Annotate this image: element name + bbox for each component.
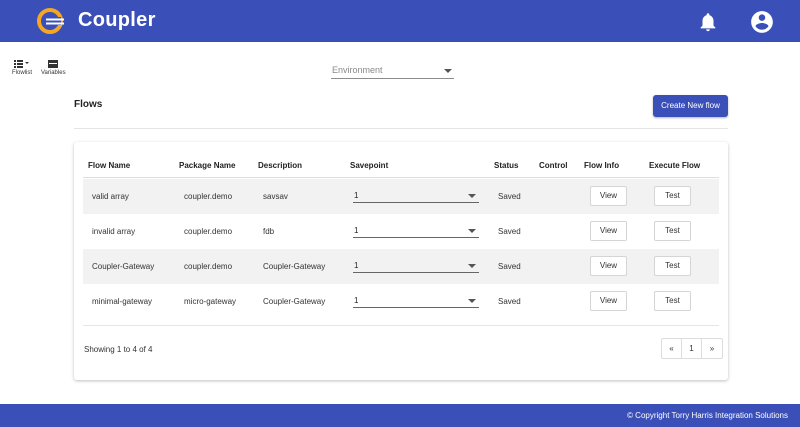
status-cell: Saved xyxy=(498,192,521,201)
table-row: Coupler-Gateway coupler.demo Coupler-Gat… xyxy=(83,249,719,284)
column-header-savepoint: Savepoint xyxy=(350,161,389,170)
chevron-down-icon xyxy=(468,299,476,303)
list-icon xyxy=(14,60,29,68)
chevron-down-icon xyxy=(444,69,452,73)
column-header-description: Description xyxy=(258,161,303,170)
package-name-cell: coupler.demo xyxy=(184,227,233,236)
coupler-logo-icon xyxy=(37,8,64,34)
flowlist-button[interactable]: Flowlist xyxy=(12,60,32,76)
environment-select[interactable]: Environment xyxy=(331,64,454,79)
chevron-down-icon xyxy=(468,264,476,268)
table-footer-divider xyxy=(83,325,719,326)
flows-table-card: Flow Name Package Name Description Savep… xyxy=(74,142,728,380)
description-cell: Coupler-Gateway xyxy=(263,297,326,306)
test-button[interactable]: Test xyxy=(654,221,691,241)
flow-name-cell: valid array xyxy=(92,192,129,201)
savepoint-value: 1 xyxy=(354,191,359,200)
savepoint-select[interactable]: 1 xyxy=(353,223,479,238)
brand-name[interactable]: Coupler xyxy=(78,9,156,32)
savepoint-select[interactable]: 1 xyxy=(353,258,479,273)
package-name-cell: coupler.demo xyxy=(184,262,233,271)
test-button[interactable]: Test xyxy=(654,186,691,206)
test-button[interactable]: Test xyxy=(654,256,691,276)
status-cell: Saved xyxy=(498,227,521,236)
flow-name-cell: minimal-gateway xyxy=(92,297,153,306)
pagination-summary: Showing 1 to 4 of 4 xyxy=(84,345,153,354)
savepoint-value: 1 xyxy=(354,261,359,270)
savepoint-value: 1 xyxy=(354,296,359,305)
package-name-cell: micro-gateway xyxy=(184,297,237,306)
package-name-cell: coupler.demo xyxy=(184,192,233,201)
table-row: valid array coupler.demo savsav 1 Saved … xyxy=(83,179,719,214)
savepoint-select[interactable]: 1 xyxy=(353,293,479,308)
account-circle-icon[interactable] xyxy=(749,9,775,35)
variables-icon xyxy=(48,60,59,68)
create-new-flow-button[interactable]: Create New flow xyxy=(653,95,728,117)
column-header-flow-name: Flow Name xyxy=(88,161,131,170)
column-header-package-name: Package Name xyxy=(179,161,236,170)
page-title: Flows xyxy=(74,99,103,110)
view-button[interactable]: View xyxy=(590,186,627,206)
flow-name-cell: invalid array xyxy=(92,227,136,236)
footer-bar: © Copyright Torry Harris Integration Sol… xyxy=(0,404,800,427)
column-header-execute-flow: Execute Flow xyxy=(649,161,701,170)
test-button[interactable]: Test xyxy=(654,291,691,311)
status-cell: Saved xyxy=(498,262,521,271)
header-divider xyxy=(83,177,719,178)
status-cell: Saved xyxy=(498,297,521,306)
copyright-text: © Copyright Torry Harris Integration Sol… xyxy=(627,411,788,420)
column-header-status: Status xyxy=(494,161,519,170)
description-cell: fdb xyxy=(263,227,275,236)
variables-button[interactable]: Variables xyxy=(41,60,66,76)
flow-name-cell: Coupler-Gateway xyxy=(92,262,155,271)
view-button[interactable]: View xyxy=(590,291,627,311)
top-app-bar: Coupler xyxy=(0,0,800,42)
pagination-next-button[interactable]: » xyxy=(702,339,722,358)
description-cell: savsav xyxy=(263,192,288,201)
column-header-control: Control xyxy=(539,161,568,170)
view-button[interactable]: View xyxy=(590,256,627,276)
bell-icon[interactable] xyxy=(697,11,719,33)
table-row: minimal-gateway micro-gateway Coupler-Ga… xyxy=(83,284,719,319)
savepoint-value: 1 xyxy=(354,226,359,235)
flowlist-label: Flowlist xyxy=(12,70,33,76)
description-cell: Coupler-Gateway xyxy=(263,262,326,271)
pagination-page-1[interactable]: 1 xyxy=(682,339,702,358)
chevron-down-icon xyxy=(468,229,476,233)
view-button[interactable]: View xyxy=(590,221,627,241)
variables-label: Variables xyxy=(41,70,66,76)
column-header-flow-info: Flow Info xyxy=(584,161,620,170)
environment-placeholder: Environment xyxy=(332,65,383,75)
pagination-prev-button[interactable]: « xyxy=(662,339,682,358)
table-row: invalid array coupler.demo fdb 1 Saved V… xyxy=(83,214,719,249)
section-divider xyxy=(74,128,728,129)
savepoint-select[interactable]: 1 xyxy=(353,188,479,203)
pagination: « 1 » xyxy=(661,338,723,359)
chevron-down-icon xyxy=(468,194,476,198)
